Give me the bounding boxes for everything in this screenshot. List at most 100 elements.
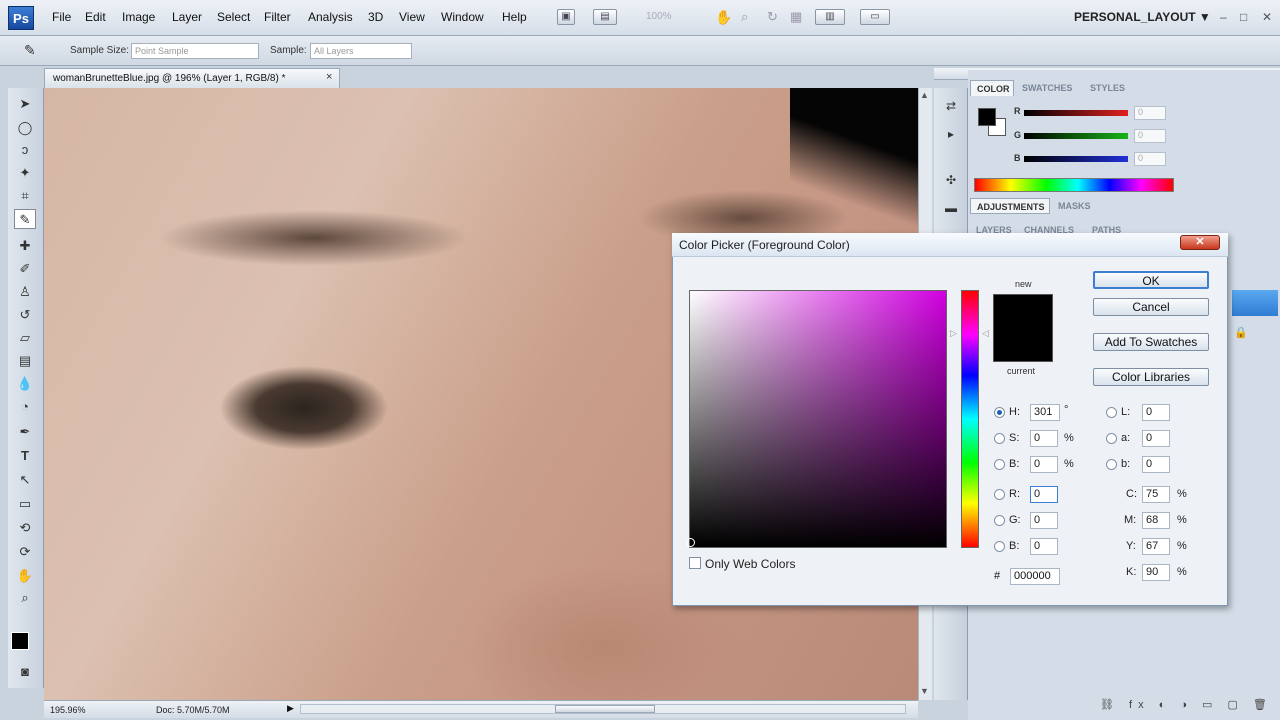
navigator-panel-icon[interactable]: ✣	[940, 170, 962, 190]
dialog-close-icon[interactable]: ✕	[1180, 235, 1220, 250]
h-input[interactable]: 301	[1030, 404, 1060, 421]
g-input[interactable]: 0	[1030, 512, 1058, 529]
dodge-tool-icon[interactable]: ◔	[14, 397, 36, 417]
tab-styles[interactable]: STYLES	[1090, 83, 1125, 93]
menu-view[interactable]: View	[399, 10, 425, 24]
sample-select[interactable]: All Layers	[310, 43, 412, 59]
grid-icon[interactable]: ▦	[790, 9, 802, 25]
brush-tool-icon[interactable]: ✐	[14, 259, 36, 279]
3d-rotate-tool-icon[interactable]: ⟲	[14, 518, 36, 538]
history-panel-icon[interactable]: ⇄	[940, 96, 962, 116]
tab-swatches[interactable]: SWATCHES	[1022, 83, 1072, 93]
menu-filter[interactable]: Filter	[264, 10, 291, 24]
history-brush-tool-icon[interactable]: ↺	[14, 305, 36, 325]
menu-select[interactable]: Select	[217, 10, 250, 24]
menu-3d[interactable]: 3D	[368, 10, 383, 24]
lab-b-input[interactable]: 0	[1142, 456, 1170, 473]
menu-file[interactable]: File	[52, 10, 71, 24]
hue-slider-right-arrow-icon[interactable]: ◁	[982, 328, 989, 339]
only-web-colors-checkbox[interactable]	[689, 557, 701, 569]
eraser-tool-icon[interactable]: ▱	[14, 328, 36, 348]
hand-tool-icon[interactable]: ✋	[14, 566, 36, 586]
layers-panel-footer-icons[interactable]: ⛓ fx ◐ ◑ ▭ ▢ 🗑	[1100, 698, 1273, 711]
radio-a[interactable]	[1106, 433, 1117, 444]
y-input[interactable]: 67	[1142, 538, 1170, 555]
workspace-switcher[interactable]: PERSONAL_LAYOUT ▼	[1074, 10, 1211, 24]
cancel-button[interactable]: Cancel	[1093, 298, 1209, 316]
s-input[interactable]: 0	[1030, 430, 1058, 447]
actions-panel-icon[interactable]: ▸	[940, 124, 962, 144]
shape-tool-icon[interactable]: ▭	[14, 494, 36, 514]
crop-tool-icon[interactable]: ⌗	[14, 186, 36, 206]
zoom-tool-icon[interactable]: ⌕	[741, 9, 748, 25]
arrange-documents-icon[interactable]: ▥	[815, 9, 845, 25]
document-tab[interactable]: womanBrunetteBlue.jpg @ 196% (Layer 1, R…	[44, 68, 340, 88]
ok-button[interactable]: OK	[1093, 271, 1209, 289]
blue-input[interactable]: 0	[1030, 538, 1058, 555]
menu-layer[interactable]: Layer	[172, 10, 202, 24]
zoom-tool-icon[interactable]: ⌕	[14, 588, 36, 608]
menu-analysis[interactable]: Analysis	[308, 10, 353, 24]
r-input[interactable]: 0	[1030, 486, 1058, 503]
menu-window[interactable]: Window	[441, 10, 484, 24]
tab-adjustments[interactable]: ADJUSTMENTS	[970, 198, 1050, 214]
pen-tool-icon[interactable]: ✒	[14, 422, 36, 442]
slider-g-value[interactable]: 0	[1134, 129, 1166, 143]
color-field-cursor[interactable]	[686, 538, 695, 547]
slider-r-value[interactable]: 0	[1134, 106, 1166, 120]
l-input[interactable]: 0	[1142, 404, 1170, 421]
marquee-tool-icon[interactable]: ◯	[14, 118, 36, 138]
view-extras-icon[interactable]: ▤	[593, 9, 617, 25]
blur-tool-icon[interactable]: 💧	[14, 374, 36, 394]
healing-brush-tool-icon[interactable]: ✚	[14, 236, 36, 256]
radio-r[interactable]	[994, 489, 1005, 500]
b-input[interactable]: 0	[1030, 456, 1058, 473]
path-selection-tool-icon[interactable]: ↖	[14, 470, 36, 490]
hex-input[interactable]: 000000	[1010, 568, 1060, 585]
add-to-swatches-button[interactable]: Add To Swatches	[1093, 333, 1209, 351]
minimize-icon[interactable]: –	[1220, 10, 1227, 24]
zoom-level[interactable]: 100%	[646, 11, 672, 22]
status-zoom[interactable]: 195.96%	[50, 705, 86, 715]
3d-orbit-tool-icon[interactable]: ⟳	[14, 542, 36, 562]
color-spectrum-bar[interactable]	[974, 178, 1174, 192]
scroll-down-icon[interactable]: ▼	[920, 686, 929, 696]
lasso-tool-icon[interactable]: ↄ	[14, 140, 36, 160]
close-tab-icon[interactable]: ×	[326, 71, 332, 83]
saturation-brightness-field[interactable]	[689, 290, 947, 548]
foreground-color-swatch[interactable]	[11, 632, 29, 650]
menu-edit[interactable]: Edit	[85, 10, 106, 24]
magic-wand-tool-icon[interactable]: ✦	[14, 163, 36, 183]
radio-g[interactable]	[994, 515, 1005, 526]
move-tool-icon[interactable]: ➤	[14, 94, 36, 114]
selected-layer-row[interactable]	[1232, 290, 1278, 316]
hue-slider[interactable]	[961, 290, 979, 548]
hue-slider-left-arrow-icon[interactable]: ▷	[950, 328, 957, 339]
rotate-view-icon[interactable]: ↻	[767, 9, 778, 25]
radio-blue[interactable]	[994, 541, 1005, 552]
eyedropper-icon[interactable]: ✎	[24, 42, 36, 59]
k-input[interactable]: 90	[1142, 564, 1170, 581]
tab-color[interactable]: COLOR	[970, 80, 1014, 96]
color-panel-foreground-swatch[interactable]	[978, 108, 996, 126]
slider-g[interactable]	[1024, 133, 1128, 139]
tab-masks[interactable]: MASKS	[1058, 201, 1091, 211]
slider-r[interactable]	[1024, 110, 1128, 116]
gradient-tool-icon[interactable]: ▤	[14, 351, 36, 371]
eyedropper-tool-icon[interactable]: ✎	[14, 209, 36, 229]
hand-icon[interactable]: ✋	[715, 9, 732, 26]
maximize-icon[interactable]: □	[1240, 10, 1247, 24]
status-menu-arrow-icon[interactable]: ▶	[287, 703, 294, 714]
horizontal-scroll-thumb[interactable]	[555, 705, 655, 713]
a-input[interactable]: 0	[1142, 430, 1170, 447]
radio-b[interactable]	[994, 459, 1005, 470]
m-input[interactable]: 68	[1142, 512, 1170, 529]
radio-s[interactable]	[994, 433, 1005, 444]
radio-l[interactable]	[1106, 407, 1117, 418]
scroll-up-icon[interactable]: ▲	[920, 90, 929, 100]
type-tool-icon[interactable]: T	[14, 446, 36, 466]
close-icon[interactable]: ✕	[1262, 10, 1272, 24]
radio-lab-b[interactable]	[1106, 459, 1117, 470]
info-panel-icon[interactable]: ▬	[940, 198, 962, 218]
menu-image[interactable]: Image	[122, 10, 155, 24]
